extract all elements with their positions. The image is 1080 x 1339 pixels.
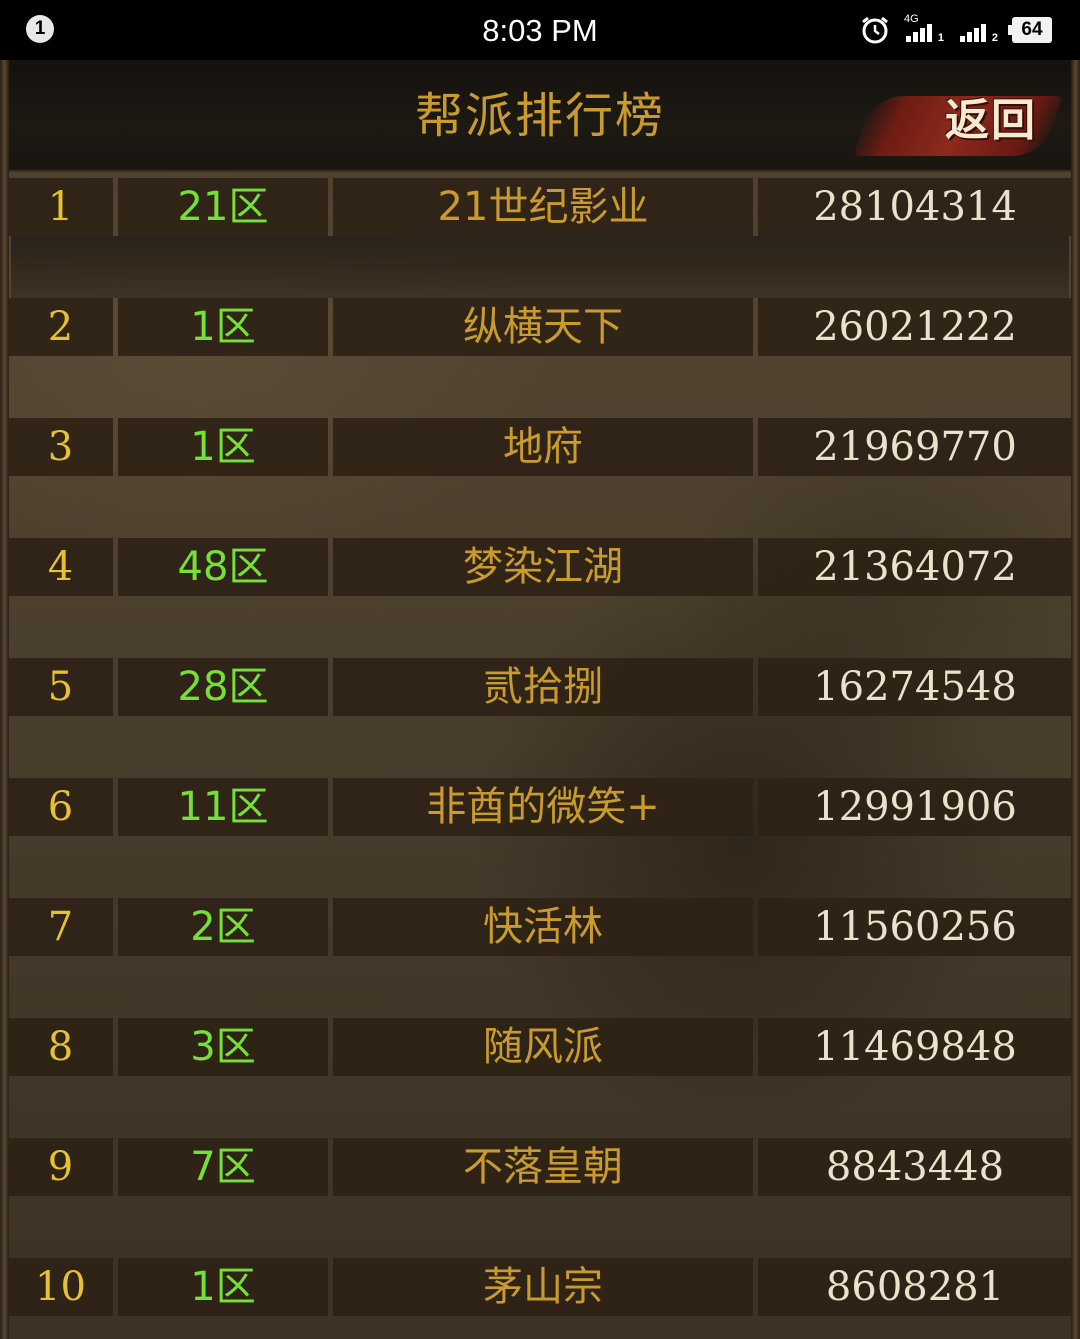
signal-sim2-icon: 2 bbox=[958, 16, 998, 44]
score-cell: 16274548 bbox=[758, 658, 1072, 716]
score-cell: 28104314 bbox=[758, 178, 1072, 236]
ranking-row[interactable]: 5 28区 贰拾捌 16274548 bbox=[0, 658, 1080, 716]
rank-cell: 7 bbox=[8, 898, 113, 956]
rank-cell: 4 bbox=[8, 538, 113, 596]
zone-cell: 1区 bbox=[118, 418, 328, 476]
ranking-row[interactable]: 4 48区 梦染江湖 21364072 bbox=[0, 538, 1080, 596]
rank-cell: 2 bbox=[8, 298, 113, 356]
ranking-row[interactable]: 3 1区 地府 21969770 bbox=[0, 418, 1080, 476]
guild-name-cell: 不落皇朝 bbox=[333, 1138, 753, 1196]
rank-cell: 5 bbox=[8, 658, 113, 716]
guild-name-cell: 非酋的微笑+ bbox=[333, 778, 753, 836]
rank-cell: 8 bbox=[8, 1018, 113, 1076]
header: 帮派排行榜 返回 bbox=[9, 60, 1071, 172]
guild-name-cell: 快活林 bbox=[333, 898, 753, 956]
rank-cell: 6 bbox=[8, 778, 113, 836]
back-button[interactable]: 返回 bbox=[853, 86, 1063, 160]
status-bar: 1 8:03 PM 4G 1 2 64 bbox=[0, 0, 1080, 60]
ranking-row[interactable]: 9 7区 不落皇朝 8843448 bbox=[0, 1138, 1080, 1196]
score-cell: 11560256 bbox=[758, 898, 1072, 956]
ranking-row[interactable]: 7 2区 快活林 11560256 bbox=[0, 898, 1080, 956]
score-cell: 26021222 bbox=[758, 298, 1072, 356]
zone-cell: 11区 bbox=[118, 778, 328, 836]
guild-name-cell: 梦染江湖 bbox=[333, 538, 753, 596]
zone-cell: 1区 bbox=[118, 1258, 328, 1316]
zone-cell: 28区 bbox=[118, 658, 328, 716]
zone-cell: 21区 bbox=[118, 178, 328, 236]
ranking-row[interactable]: 6 11区 非酋的微笑+ 12991906 bbox=[0, 778, 1080, 836]
sim2-label: 2 bbox=[991, 32, 998, 44]
score-cell: 21364072 bbox=[758, 538, 1072, 596]
ranking-row[interactable]: 10 1区 茅山宗 8608281 bbox=[0, 1258, 1080, 1316]
score-cell: 8843448 bbox=[758, 1138, 1072, 1196]
alarm-clock-icon bbox=[862, 16, 888, 44]
zone-cell: 48区 bbox=[118, 538, 328, 596]
ranking-row[interactable]: 2 1区 纵横天下 26021222 bbox=[0, 298, 1080, 356]
score-cell: 12991906 bbox=[758, 778, 1072, 836]
guild-name-cell: 纵横天下 bbox=[333, 298, 753, 356]
network-type-label: 4G bbox=[904, 13, 919, 25]
guild-name-cell: 地府 bbox=[333, 418, 753, 476]
battery-icon: 64 bbox=[1008, 17, 1052, 43]
back-button-label: 返回 bbox=[945, 95, 1037, 146]
rank-cell: 1 bbox=[8, 178, 113, 236]
zone-cell: 3区 bbox=[118, 1018, 328, 1076]
guild-name-cell: 贰拾捌 bbox=[333, 658, 753, 716]
rank-cell: 10 bbox=[8, 1258, 113, 1316]
rank-cell: 9 bbox=[8, 1138, 113, 1196]
guild-name-cell: 茅山宗 bbox=[333, 1258, 753, 1316]
guild-name-cell: 21世纪影业 bbox=[333, 178, 753, 236]
sim1-label: 1 bbox=[937, 32, 944, 44]
ranking-row[interactable]: 1 21区 21世纪影业 28104314 bbox=[0, 178, 1080, 298]
score-cell: 21969770 bbox=[758, 418, 1072, 476]
score-cell: 8608281 bbox=[758, 1258, 1072, 1316]
signal-sim1-icon: 4G 1 bbox=[904, 13, 944, 44]
ranking-row[interactable]: 8 3区 随风派 11469848 bbox=[0, 1018, 1080, 1076]
guild-name-cell: 随风派 bbox=[333, 1018, 753, 1076]
zone-cell: 7区 bbox=[118, 1138, 328, 1196]
score-cell: 11469848 bbox=[758, 1018, 1072, 1076]
status-icons: 4G 1 2 64 bbox=[860, 13, 1052, 46]
game-screen: 帮派排行榜 返回 1 21区 21世纪影业 28104314 2 1区 纵横天下… bbox=[0, 60, 1080, 1339]
zone-cell: 1区 bbox=[118, 298, 328, 356]
rank-cell: 3 bbox=[8, 418, 113, 476]
zone-cell: 2区 bbox=[118, 898, 328, 956]
